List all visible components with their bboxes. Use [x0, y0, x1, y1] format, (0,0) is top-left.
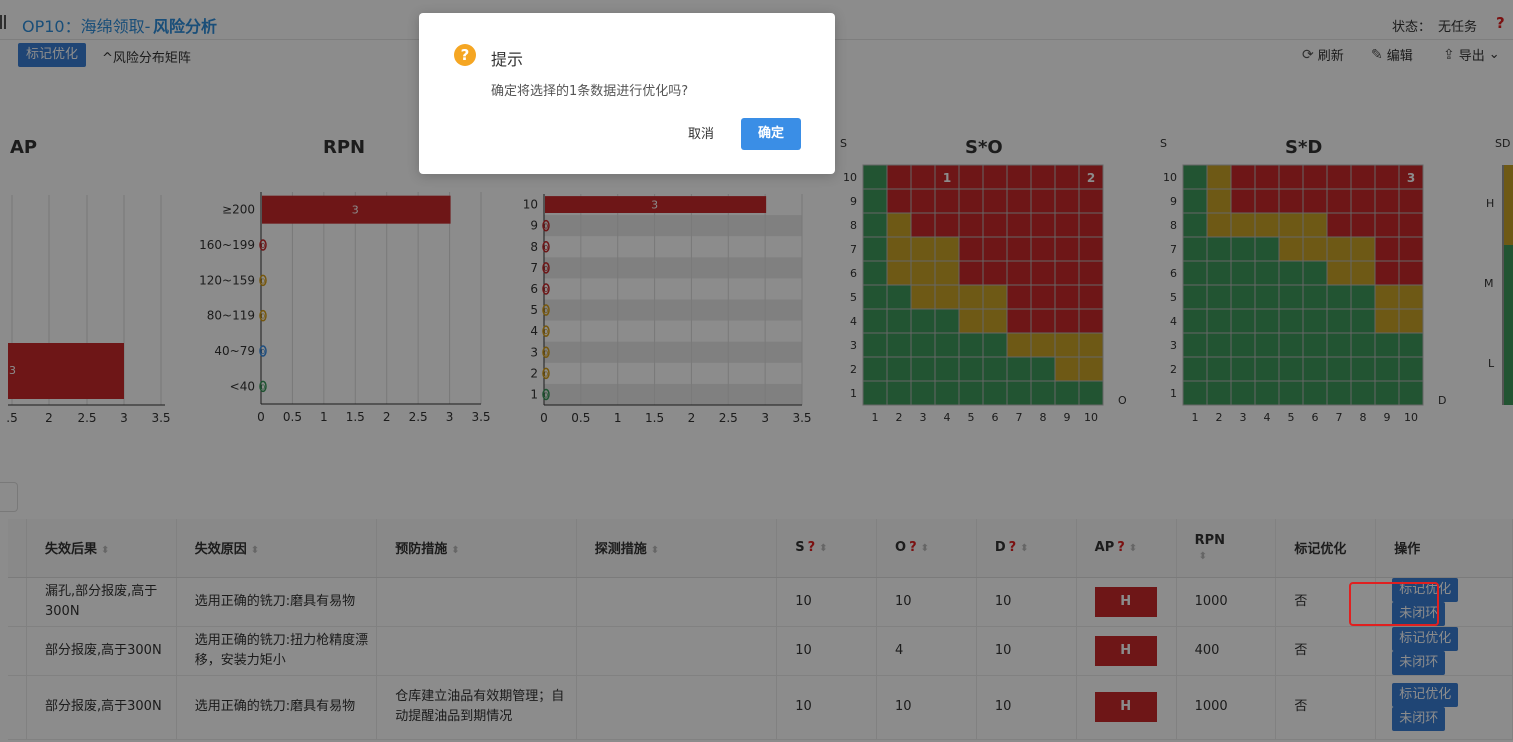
confirm-dialog: ? 提示 确定将选择的1条数据进行优化吗? 取消 确定 — [419, 13, 835, 174]
cancel-button[interactable]: 取消 — [675, 119, 727, 150]
highlight-box — [1349, 582, 1439, 626]
dialog-title: 提示 — [491, 50, 524, 69]
question-icon: ? — [454, 44, 476, 66]
confirm-button[interactable]: 确定 — [741, 118, 801, 150]
dialog-message: 确定将选择的1条数据进行优化吗? — [491, 84, 689, 99]
